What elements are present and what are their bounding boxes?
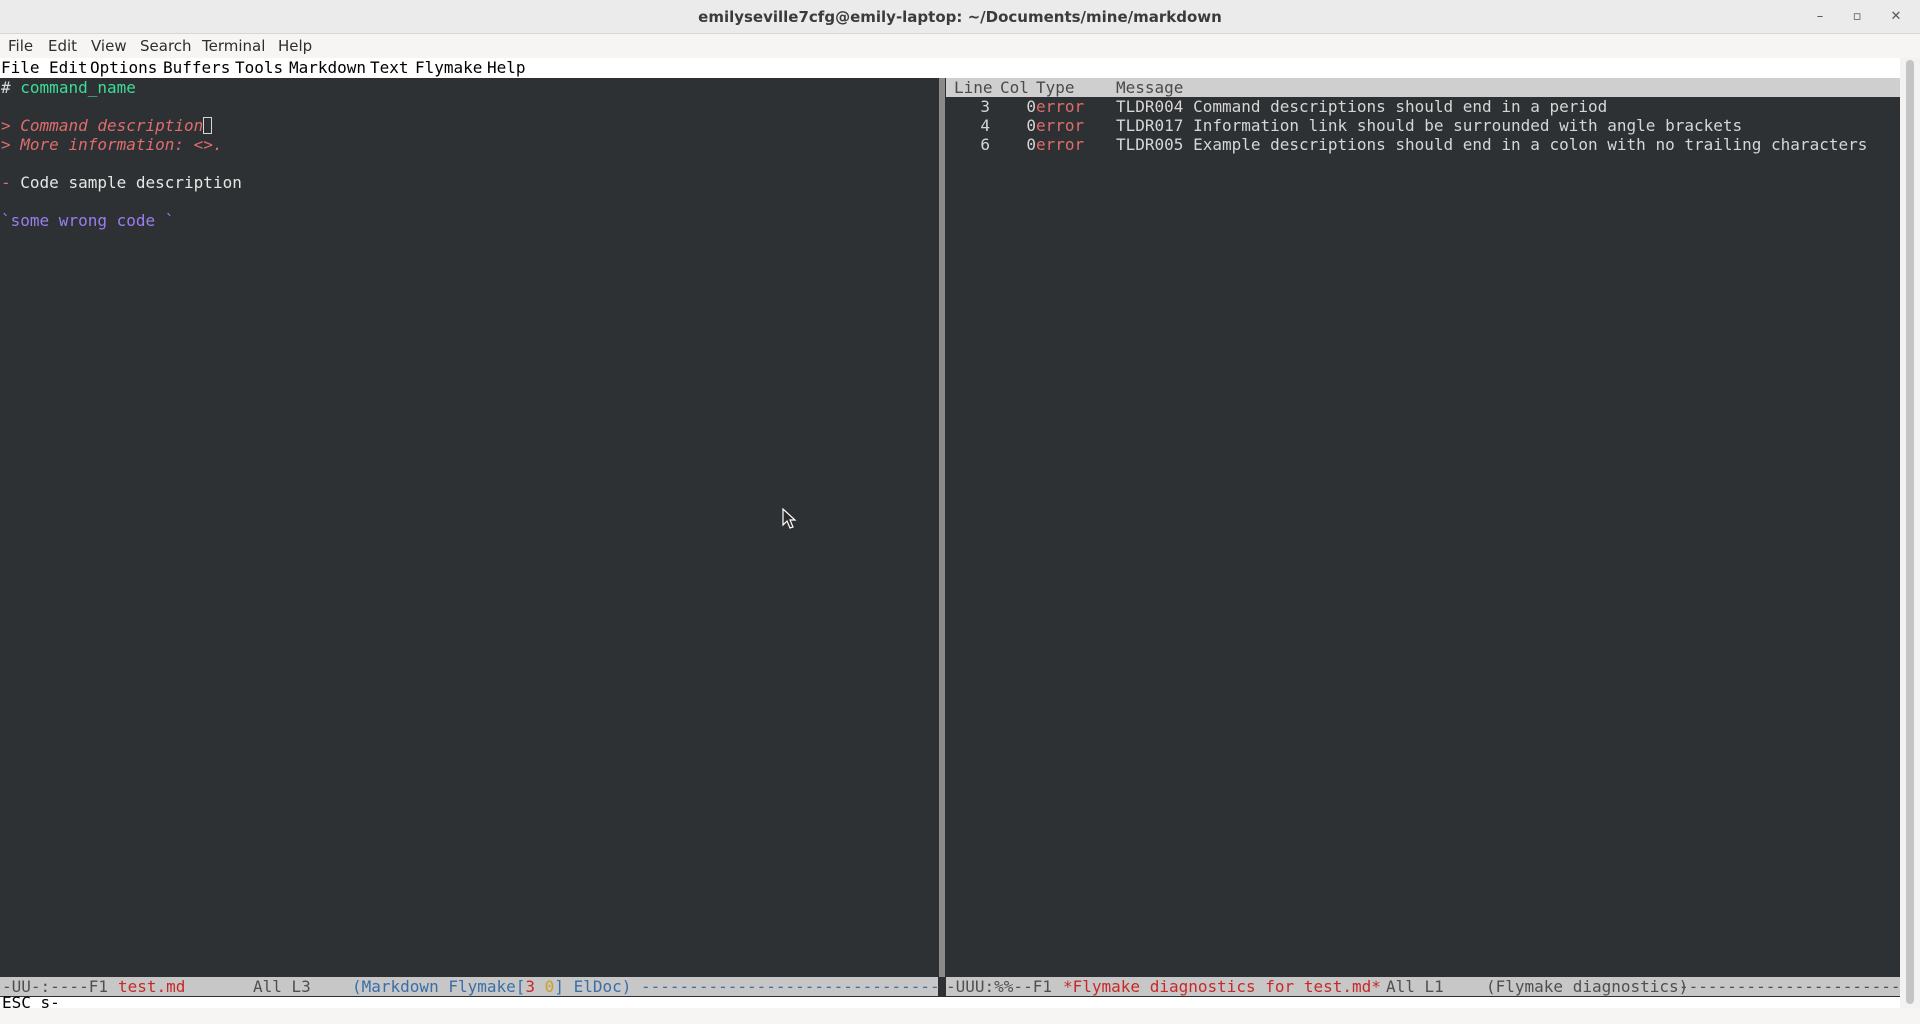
- scrollbar-thumb[interactable]: [1906, 60, 1914, 1004]
- emacs-menu-markdown[interactable]: Markdown: [289, 58, 366, 78]
- table-row[interactable]: 6 0 error TLDR005 Example descriptions s…: [946, 135, 1900, 154]
- emacs-menu-flymake[interactable]: Flymake: [415, 58, 482, 78]
- modeline-buffer-name[interactable]: test.md: [118, 977, 185, 996]
- table-row[interactable]: 3 0 error TLDR004 Command descriptions s…: [946, 97, 1900, 116]
- emacs-menu-text[interactable]: Text: [370, 58, 409, 78]
- heading-line: # command_name: [1, 78, 136, 97]
- example-line: - Code sample description: [1, 173, 242, 192]
- emacs-menu-edit[interactable]: Edit: [49, 58, 88, 78]
- modeline-position: All L3: [253, 977, 311, 996]
- terminal-menu-file[interactable]: File: [8, 34, 33, 58]
- flymake-diagnostics-buffer[interactable]: Line Col Type Message 3 0 error TLDR004 …: [946, 78, 1900, 977]
- diagnostics-header: Line Col Type Message: [946, 78, 1900, 97]
- terminal-menu-search[interactable]: Search: [140, 34, 192, 58]
- table-row[interactable]: 4 0 error TLDR017 Information link shoul…: [946, 116, 1900, 135]
- emacs-menu-buffers[interactable]: Buffers: [163, 58, 230, 78]
- more-info-line: > More information: <>.: [1, 135, 223, 154]
- window-bottom-edge: [0, 1008, 1920, 1024]
- error-count: 3: [525, 977, 536, 996]
- echo-area: ESC s-: [0, 993, 1900, 1012]
- modeline-status: -UUU:%%--F1: [946, 977, 1052, 996]
- modeline-position: All L1: [1386, 977, 1444, 996]
- close-icon[interactable]: ✕: [1886, 7, 1906, 27]
- emacs-menu-tools[interactable]: Tools: [235, 58, 283, 78]
- text-cursor: [203, 117, 213, 134]
- emacs-menubar: File Edit Options Buffers Tools Markdown…: [0, 58, 1900, 78]
- terminal-area[interactable]: File Edit Options Buffers Tools Markdown…: [0, 58, 1920, 1012]
- emacs-menu-file[interactable]: File: [1, 58, 40, 78]
- column-header-message[interactable]: Message: [1116, 78, 1183, 97]
- terminal-scrollbar[interactable]: [1900, 58, 1920, 1008]
- emacs-menu-help[interactable]: Help: [487, 58, 526, 78]
- modeline-modes[interactable]: (Markdown Flymake[3 0] ElDoc) ----------…: [352, 977, 940, 996]
- window-titlebar[interactable]: emilyseville7cfg@emily-laptop: ~/Documen…: [0, 0, 1920, 34]
- minimize-icon[interactable]: –: [1810, 7, 1830, 27]
- code-text: some wrong code `: [10, 211, 175, 230]
- description-line: > Command description: [1, 116, 213, 135]
- modeline-left[interactable]: -UU-:----F1 test.md All L3 (Markdown Fly…: [0, 977, 940, 996]
- modeline-right[interactable]: -UUU:%%--F1 *Flymake diagnostics for tes…: [946, 977, 1920, 996]
- column-header-col[interactable]: Col: [1000, 78, 1029, 97]
- warning-count: 0: [544, 977, 555, 996]
- heading-text: command_name: [20, 78, 136, 97]
- terminal-menu-help[interactable]: Help: [278, 34, 312, 58]
- modeline-mode[interactable]: (Flymake diagnostics): [1486, 977, 1688, 996]
- column-header-type[interactable]: Type: [1036, 78, 1075, 97]
- terminal-menu-view[interactable]: View: [91, 34, 127, 58]
- window-divider[interactable]: [939, 78, 945, 977]
- code-line: `some wrong code `: [1, 211, 175, 230]
- emacs-menu-options[interactable]: Options: [90, 58, 157, 78]
- example-description: Code sample description: [20, 173, 242, 192]
- terminal-menu-edit[interactable]: Edit: [48, 34, 77, 58]
- terminal-menu-terminal[interactable]: Terminal: [202, 34, 265, 58]
- terminal-menubar: File Edit View Search Terminal Help: [0, 34, 1920, 58]
- mouse-pointer-icon: [782, 508, 797, 529]
- description-text: Command description: [20, 116, 204, 135]
- maximize-icon[interactable]: ▫: [1847, 7, 1867, 27]
- column-header-line[interactable]: Line: [954, 78, 993, 97]
- window-title: emilyseville7cfg@emily-laptop: ~/Documen…: [698, 8, 1222, 26]
- more-info-text: More information: <>.: [20, 135, 223, 154]
- modeline-buffer-name[interactable]: *Flymake diagnostics for test.md*: [1063, 977, 1381, 996]
- modeline-fill: -------------------------: [1679, 977, 1920, 996]
